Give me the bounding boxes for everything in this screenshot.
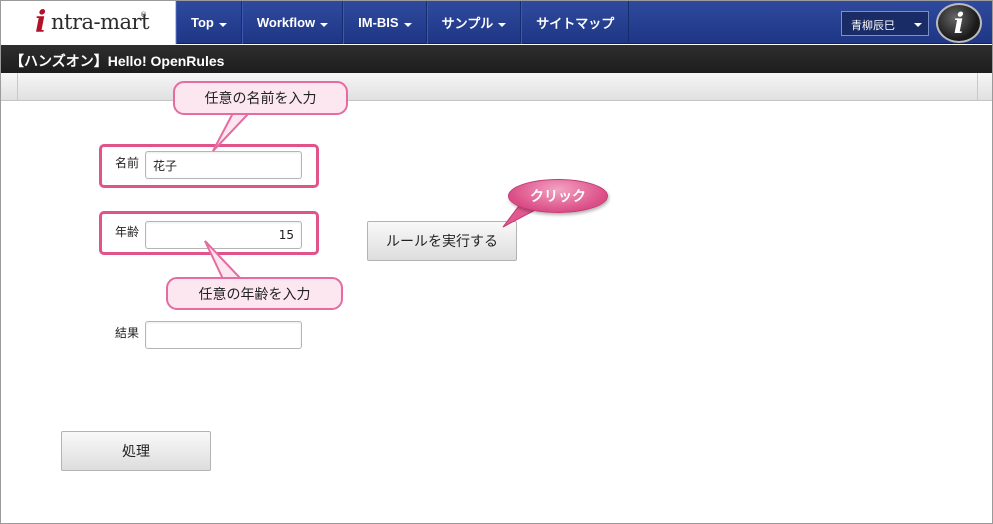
callout-tails (204, 112, 543, 280)
age-callout-tail (204, 240, 244, 280)
name-callout-tail (212, 112, 252, 152)
name-hint-callout: 任意の名前を入力 (173, 81, 348, 115)
age-hint-callout: 任意の年齢を入力 (166, 277, 343, 310)
click-callout: クリック (508, 179, 608, 213)
page-frame: i ntra-mart ® Top Workflow IM-BIS サンプル サ… (0, 0, 993, 524)
